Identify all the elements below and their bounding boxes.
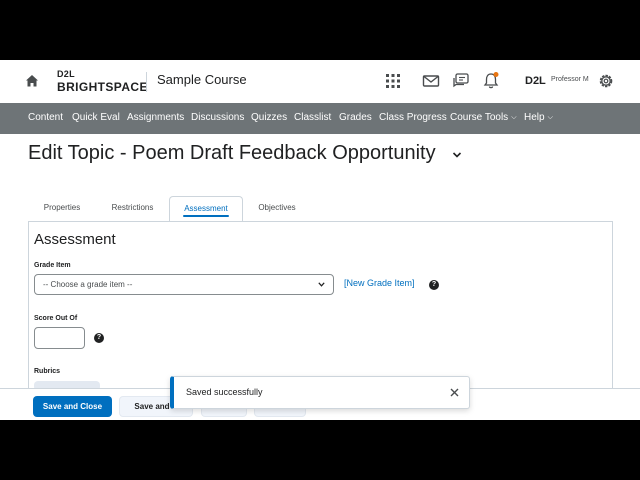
tab-objectives[interactable]: Objectives [249,196,305,222]
nav-course-tools[interactable]: Course Tools ⌵ [450,112,517,123]
chevron-down-icon: ⌵ [511,114,517,121]
score-out-of-input[interactable] [34,327,85,349]
title-menu-chevron-icon[interactable] [452,151,462,159]
help-icon[interactable]: ? [94,333,104,343]
mail-icon[interactable] [421,71,441,91]
save-and-close-button[interactable]: Save and Close [33,396,112,417]
letterbox-bottom [0,420,640,480]
grade-item-selected-value: -- Choose a grade item -- [43,280,133,289]
page-title: Edit Topic - Poem Draft Feedback Opportu… [28,142,436,164]
chevron-down-icon: ⌵ [547,114,553,121]
app-window: D2L BRIGHTSPACE Sample Course D2L Profes… [0,60,640,420]
nav-assignments[interactable]: Assignments [127,112,184,123]
nav-grades[interactable]: Grades [339,112,372,123]
topic-tabs: Properties Restrictions Assessment Objec… [28,196,613,222]
help-icon[interactable]: ? [429,280,439,290]
tab-restrictions[interactable]: Restrictions [101,196,164,222]
brand-name-text: BRIGHTSPACE [57,80,148,94]
brightspace-logo[interactable]: D2L BRIGHTSPACE [57,69,147,95]
new-grade-item-link[interactable]: [New Grade Item] [344,278,415,288]
nav-help-label: Help [524,112,545,123]
letterbox-top [0,0,640,60]
nav-classlist[interactable]: Classlist [294,112,331,123]
tab-properties[interactable]: Properties [32,196,92,222]
nav-quizzes[interactable]: Quizzes [251,112,287,123]
org-logo: D2L [525,75,546,87]
saved-toast: Saved successfully [170,376,470,409]
header-divider [146,72,147,92]
brand-d2l-text: D2L [57,69,75,79]
waffle-grid-icon[interactable] [383,71,403,91]
bell-icon[interactable] [481,71,501,91]
close-icon[interactable] [450,388,459,397]
nav-content[interactable]: Content [28,112,63,123]
toast-message: Saved successfully [186,387,263,397]
active-tab-indicator [183,215,229,217]
course-navbar: Content Quick Eval Assignments Discussio… [0,103,640,134]
tab-assessment[interactable]: Assessment [169,196,243,222]
user-name[interactable]: Professor M [551,76,589,83]
chat-icon[interactable] [451,71,471,91]
chevron-down-icon [318,282,325,287]
assessment-heading: Assessment [34,231,116,248]
rubrics-label: Rubrics [34,368,61,375]
nav-help[interactable]: Help ⌵ [524,112,553,123]
home-icon[interactable] [25,74,39,88]
course-title-link[interactable]: Sample Course [157,72,247,87]
score-out-of-label: Score Out Of [34,315,78,322]
nav-course-tools-label: Course Tools [450,112,509,123]
nav-class-progress[interactable]: Class Progress [379,112,447,123]
nav-quick-eval[interactable]: Quick Eval [72,112,120,123]
gear-icon[interactable] [596,71,616,91]
nav-discussions[interactable]: Discussions [191,112,244,123]
tab-assessment-label: Assessment [184,204,228,213]
grade-item-select[interactable]: -- Choose a grade item -- [34,274,334,295]
top-header: D2L BRIGHTSPACE Sample Course D2L Profes… [0,60,640,103]
grade-item-label: Grade Item [34,262,71,269]
